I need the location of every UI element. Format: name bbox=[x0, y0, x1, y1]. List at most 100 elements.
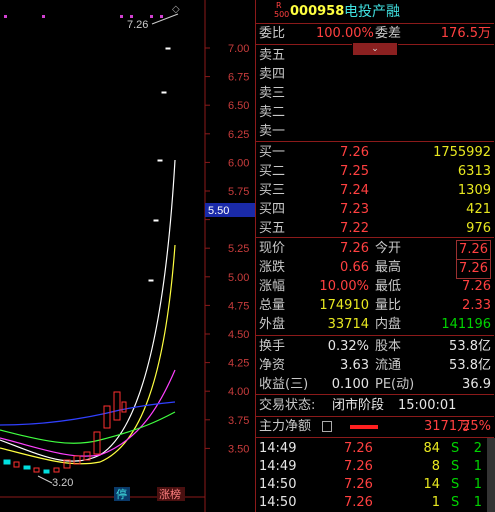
divider bbox=[256, 23, 494, 24]
quote-label: 最高 bbox=[375, 260, 402, 275]
divider bbox=[398, 44, 494, 45]
y-tick-label: 7.00 bbox=[228, 43, 249, 55]
y-tick-label: 6.00 bbox=[228, 157, 249, 169]
quote-value: 7.26 bbox=[456, 240, 491, 260]
candle bbox=[13, 461, 20, 468]
buy-row-price: 7.23 bbox=[340, 202, 369, 217]
y-tick-label: 5.25 bbox=[228, 243, 249, 255]
low-price-pointer bbox=[37, 475, 53, 484]
y-tick-label: 3.75 bbox=[228, 415, 249, 427]
quote-label: 今开 bbox=[375, 241, 402, 256]
tick-count: 1 bbox=[473, 495, 482, 510]
tick-scrollbar[interactable] bbox=[487, 438, 495, 512]
suspend-tag[interactable]: 停 bbox=[116, 487, 127, 501]
buy-row[interactable]: 买四 7.23 421 bbox=[256, 201, 494, 219]
y-tick-label: 4.50 bbox=[228, 329, 249, 341]
tick-count: 1 bbox=[473, 477, 482, 492]
sell-row-label: 卖二 bbox=[259, 105, 286, 120]
buy-row-label: 买一 bbox=[259, 145, 286, 160]
buy-row-price: 7.24 bbox=[340, 183, 369, 198]
divider bbox=[256, 335, 494, 336]
candle bbox=[161, 91, 167, 94]
sell-row[interactable]: 卖一 bbox=[256, 123, 494, 141]
divider bbox=[256, 416, 494, 417]
quote-value: 7.26 bbox=[340, 241, 369, 256]
tick-row: 14:50 7.26 14 S 1 bbox=[256, 476, 494, 494]
y-axis-ticks: 7.00 6.75 6.50 6.25 6.00 5.75 5.25 5.00 4.75 4.50… bbox=[205, 43, 249, 455]
tick-side: S bbox=[451, 495, 460, 510]
sell-row[interactable]: 卖五 bbox=[256, 47, 494, 65]
tick-side: S bbox=[451, 477, 460, 492]
sell-row-label: 卖一 bbox=[259, 124, 286, 139]
diamond-icon: ◇ bbox=[172, 4, 180, 15]
current-price-marker-label: 5.50 bbox=[208, 205, 229, 217]
limit-up-tag[interactable]: 涨榜 bbox=[159, 487, 181, 501]
sell-row-label: 卖四 bbox=[259, 67, 286, 82]
quote-label: 涨幅 bbox=[259, 279, 286, 294]
trading-status-time: 15:00:01 bbox=[398, 398, 457, 413]
stock-header: R 500 000958 电投产融 bbox=[256, 1, 494, 23]
signal-dots bbox=[4, 15, 163, 18]
quote-value: 0.66 bbox=[340, 260, 369, 275]
quote-label: 量比 bbox=[375, 298, 402, 313]
stat-row: 净资 3.63 流通 53.8亿 bbox=[256, 357, 494, 375]
tick-volume: 84 bbox=[423, 441, 440, 456]
stock-name: 电投产融 bbox=[344, 4, 400, 20]
y-tick-label: 5.75 bbox=[228, 186, 249, 198]
candle bbox=[103, 405, 111, 429]
tick-price: 7.26 bbox=[344, 477, 373, 492]
candle bbox=[157, 159, 163, 162]
buy-row[interactable]: 买五 7.22 976 bbox=[256, 220, 494, 238]
index-badge: 500 bbox=[274, 10, 290, 19]
sell-row[interactable]: 卖三 bbox=[256, 85, 494, 103]
stat-row: 收益(三) 0.100 PE(动) 36.9 bbox=[256, 376, 494, 394]
quote-value: 7.26 bbox=[456, 259, 491, 279]
quote-label: 总量 bbox=[259, 298, 286, 313]
buy-row-volume: 6313 bbox=[457, 164, 491, 179]
stat-value: 36.9 bbox=[462, 377, 491, 392]
buy-row[interactable]: 买一 7.26 1755992 bbox=[256, 144, 494, 162]
main-force-bar bbox=[350, 425, 378, 429]
trading-status-row: 交易状态: 闭市阶段 15:00:01 bbox=[256, 397, 494, 415]
main-force-row: 主力净额 3171万 25% bbox=[256, 418, 494, 436]
stat-value: 0.32% bbox=[327, 339, 369, 354]
buy-row-label: 买五 bbox=[259, 221, 286, 236]
quote-value: 10.00% bbox=[319, 279, 369, 294]
stat-label: 收益(三) bbox=[259, 377, 309, 392]
buy-row[interactable]: 买三 7.24 1309 bbox=[256, 182, 494, 200]
tick-row: 14:50 7.26 1 S 1 bbox=[256, 494, 494, 512]
candle bbox=[3, 459, 11, 465]
commission-ratio: 100.00% bbox=[316, 26, 374, 41]
candle bbox=[43, 469, 50, 474]
tick-count: 1 bbox=[473, 459, 482, 474]
candle bbox=[121, 401, 127, 413]
y-tick-label: 5.00 bbox=[228, 272, 249, 284]
buy-row-price: 7.22 bbox=[340, 221, 369, 236]
sell-row[interactable]: 卖二 bbox=[256, 104, 494, 122]
quote-value: 2.33 bbox=[462, 298, 491, 313]
candles bbox=[3, 47, 171, 474]
buy-row-volume: 976 bbox=[466, 221, 491, 236]
buy-row[interactable]: 买二 7.25 6313 bbox=[256, 163, 494, 181]
tick-side: S bbox=[451, 459, 460, 474]
tick-side: S bbox=[451, 441, 460, 456]
y-tick-label: 4.75 bbox=[228, 300, 249, 312]
kline-chart[interactable]: 7.00 6.75 6.50 6.25 6.00 5.75 5.25 5.00 4.75 4.50… bbox=[0, 0, 255, 512]
stat-value: 0.100 bbox=[331, 377, 369, 392]
candle bbox=[73, 455, 81, 465]
main-force-label: 主力净额 bbox=[259, 419, 312, 434]
quote-panel: R 500 000958 电投产融 委比 100.00% 委差 176.5万 ⌄… bbox=[255, 0, 495, 512]
quote-row: 总量 174910 量比 2.33 bbox=[256, 297, 494, 315]
y-tick-label: 4.25 bbox=[228, 358, 249, 370]
commission-diff-label: 委差 bbox=[375, 26, 402, 41]
low-price-label: 3.20 bbox=[52, 477, 73, 489]
quote-value: 33714 bbox=[327, 317, 369, 332]
list-icon[interactable] bbox=[322, 421, 332, 432]
commission-row: 委比 100.00% 委差 176.5万 bbox=[256, 25, 494, 43]
quote-row: 涨幅 10.00% 最低 7.26 bbox=[256, 278, 494, 296]
trading-status-value: 闭市阶段 bbox=[332, 398, 385, 413]
sell-row[interactable]: 卖四 bbox=[256, 66, 494, 84]
candle bbox=[113, 391, 121, 421]
tick-row: 14:49 7.26 84 S 2 bbox=[256, 440, 494, 458]
stat-label: 换手 bbox=[259, 339, 286, 354]
